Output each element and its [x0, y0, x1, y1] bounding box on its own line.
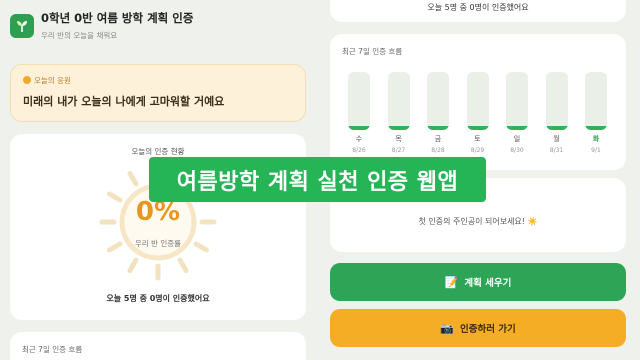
- day-name: 수: [355, 135, 363, 143]
- day-name: 화: [592, 135, 600, 143]
- day-bar-fill: [348, 126, 370, 130]
- day-bar-fill: [466, 126, 489, 130]
- day-name: 일: [513, 135, 521, 143]
- day-bar-fill: [387, 126, 410, 130]
- day-name: 월: [553, 135, 560, 143]
- camera-icon: 📷: [440, 321, 454, 335]
- sun-ray: [177, 257, 189, 273]
- plan-button[interactable]: 📝 계획 세우기: [330, 263, 626, 301]
- day-name: 금: [434, 135, 442, 143]
- caption-banner: 여름방학 계획 실천 인증 웹앱: [149, 157, 486, 202]
- week-title: 최근 7일 인증 흐름: [342, 47, 403, 56]
- sun-ray: [127, 171, 139, 187]
- status-title: 오늘의 인증 현황: [131, 147, 185, 156]
- day-date: 8/26: [352, 147, 366, 154]
- day-date: 9/1: [591, 147, 601, 154]
- summary-card-top: 오늘 5명 중 0명이 인증했어요: [330, 0, 626, 22]
- day-bar: [545, 72, 568, 130]
- day-column: 수 8/26: [348, 72, 370, 154]
- sun-ray: [127, 257, 139, 273]
- day-name: 목: [395, 135, 402, 143]
- day-bar-fill: [427, 126, 449, 130]
- day-date: 8/30: [510, 147, 524, 154]
- cheer-label: 오늘의 응원: [34, 76, 71, 85]
- day-bar-fill: [545, 126, 568, 130]
- summary-text-top: 오늘 5명 중 0명이 인증했어요: [427, 3, 529, 12]
- day-bar: [387, 72, 410, 130]
- day-bar: [506, 72, 528, 130]
- day-column: 일 8/30: [506, 72, 528, 154]
- day-column: 금 8/28: [427, 72, 449, 154]
- plan-button-label: 계획 세우기: [464, 278, 512, 289]
- day-column: 토 8/29: [466, 72, 489, 154]
- cheer-message: 미래의 내가 오늘의 나에게 고마워할 거예요: [23, 95, 225, 108]
- cheer-card: 오늘의 응원 미래의 내가 오늘의 나에게 고마워할 거예요: [10, 64, 306, 122]
- cheer-label-row: 오늘의 응원: [23, 75, 71, 86]
- sun-dot-icon: [23, 76, 31, 84]
- day-name: 토: [474, 135, 481, 143]
- day-date: 8/31: [549, 147, 564, 154]
- certify-button[interactable]: 📷 인증하러 가기: [330, 309, 626, 347]
- status-summary: 오늘 5명 중 0명이 인증했어요: [106, 294, 210, 303]
- day-bar: [348, 72, 370, 130]
- week-card: 최근 7일 인증 흐름 수 8/26 목 8/27 금 8/28 토 8/29 일 8/30 월 8/…: [330, 34, 626, 170]
- app-subtitle: 우리 반의 오늘을 채워요: [41, 31, 118, 40]
- status-percent-label: 우리 반 인증률: [134, 239, 182, 248]
- day-date: 8/28: [431, 147, 445, 154]
- app-title: 0학년 0반 여름 방학 계획 인증: [41, 11, 194, 25]
- day-bar-fill: [585, 126, 607, 130]
- certify-button-label: 인증하러 가기: [459, 324, 516, 335]
- memo-icon: 📝: [444, 275, 459, 289]
- day-bar: [585, 72, 607, 130]
- recent-flow-card-left: 최근 7일 인증 흐름: [10, 332, 306, 360]
- day-column: 월 8/31: [545, 72, 568, 154]
- first-cert-text: 첫 인증의 주인공이 되어보세요! ☀️: [418, 217, 538, 226]
- day-bar: [466, 72, 489, 130]
- recent-flow-title-left: 최근 7일 인증 흐름: [22, 345, 83, 354]
- day-date: 8/27: [391, 147, 406, 154]
- day-column: 목 8/27: [387, 72, 410, 154]
- day-date: 8/29: [470, 147, 485, 154]
- day-column: 화 9/1: [585, 72, 607, 154]
- sprout-icon: [10, 14, 34, 38]
- day-bar: [427, 72, 449, 130]
- day-bar-fill: [506, 126, 528, 130]
